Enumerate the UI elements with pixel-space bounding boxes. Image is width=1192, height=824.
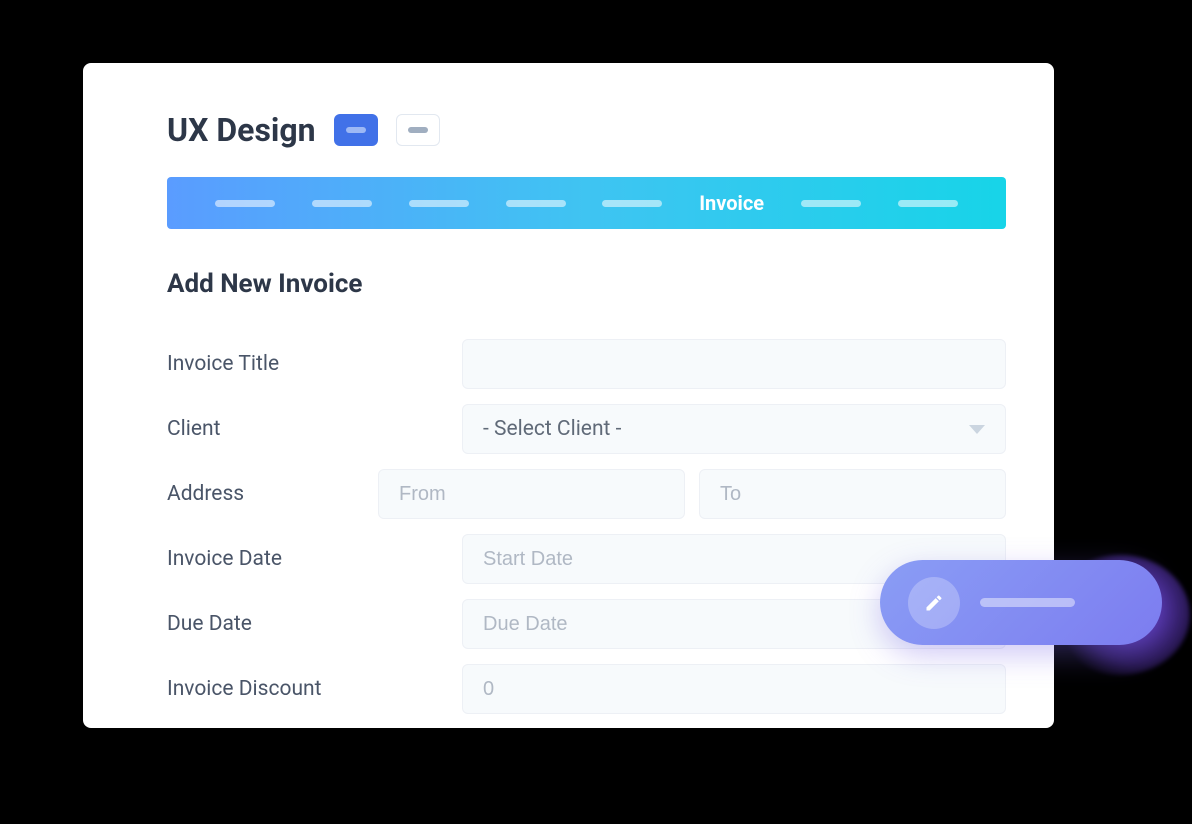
fab-icon-circle: [908, 577, 960, 629]
row-address: Address: [167, 469, 1006, 519]
tab-placeholder[interactable]: [215, 200, 275, 207]
chip-dash-icon: [346, 127, 366, 133]
tab-placeholder[interactable]: [801, 200, 861, 207]
chip-dash-icon: [408, 127, 428, 133]
section-title: Add New Invoice: [167, 269, 1006, 299]
view-chip-secondary[interactable]: [396, 114, 440, 146]
label-invoice-date: Invoice Date: [167, 547, 462, 571]
input-invoice-title[interactable]: [462, 339, 1006, 389]
label-due-date: Due Date: [167, 612, 462, 636]
row-client: Client - Select Client -: [167, 404, 1006, 454]
tab-placeholder[interactable]: [312, 200, 372, 207]
pencil-icon: [924, 593, 944, 613]
input-address-to[interactable]: [699, 469, 1006, 519]
label-invoice-title: Invoice Title: [167, 352, 462, 376]
tab-placeholder[interactable]: [602, 200, 662, 207]
tab-bar: Invoice: [167, 177, 1006, 229]
row-discount: Invoice Discount: [167, 664, 1006, 714]
tab-placeholder[interactable]: [506, 200, 566, 207]
select-client-placeholder: - Select Client -: [483, 417, 621, 441]
chevron-down-icon: [969, 425, 985, 434]
input-discount[interactable]: [462, 664, 1006, 714]
label-client: Client: [167, 417, 462, 441]
label-discount: Invoice Discount: [167, 677, 462, 701]
select-client[interactable]: - Select Client -: [462, 404, 1006, 454]
row-invoice-date: Invoice Date: [167, 534, 1006, 584]
tab-invoice[interactable]: Invoice: [699, 191, 764, 215]
fab-label-placeholder: [980, 598, 1075, 607]
edit-fab[interactable]: [880, 560, 1162, 645]
header-row: UX Design: [167, 111, 1006, 149]
label-address: Address: [167, 482, 378, 506]
view-chip-primary[interactable]: [334, 114, 378, 146]
page-title: UX Design: [167, 111, 316, 149]
invoice-form: Invoice Title Client - Select Client - A…: [167, 339, 1006, 714]
input-address-from[interactable]: [378, 469, 685, 519]
row-invoice-title: Invoice Title: [167, 339, 1006, 389]
tab-placeholder[interactable]: [898, 200, 958, 207]
tab-placeholder[interactable]: [409, 200, 469, 207]
